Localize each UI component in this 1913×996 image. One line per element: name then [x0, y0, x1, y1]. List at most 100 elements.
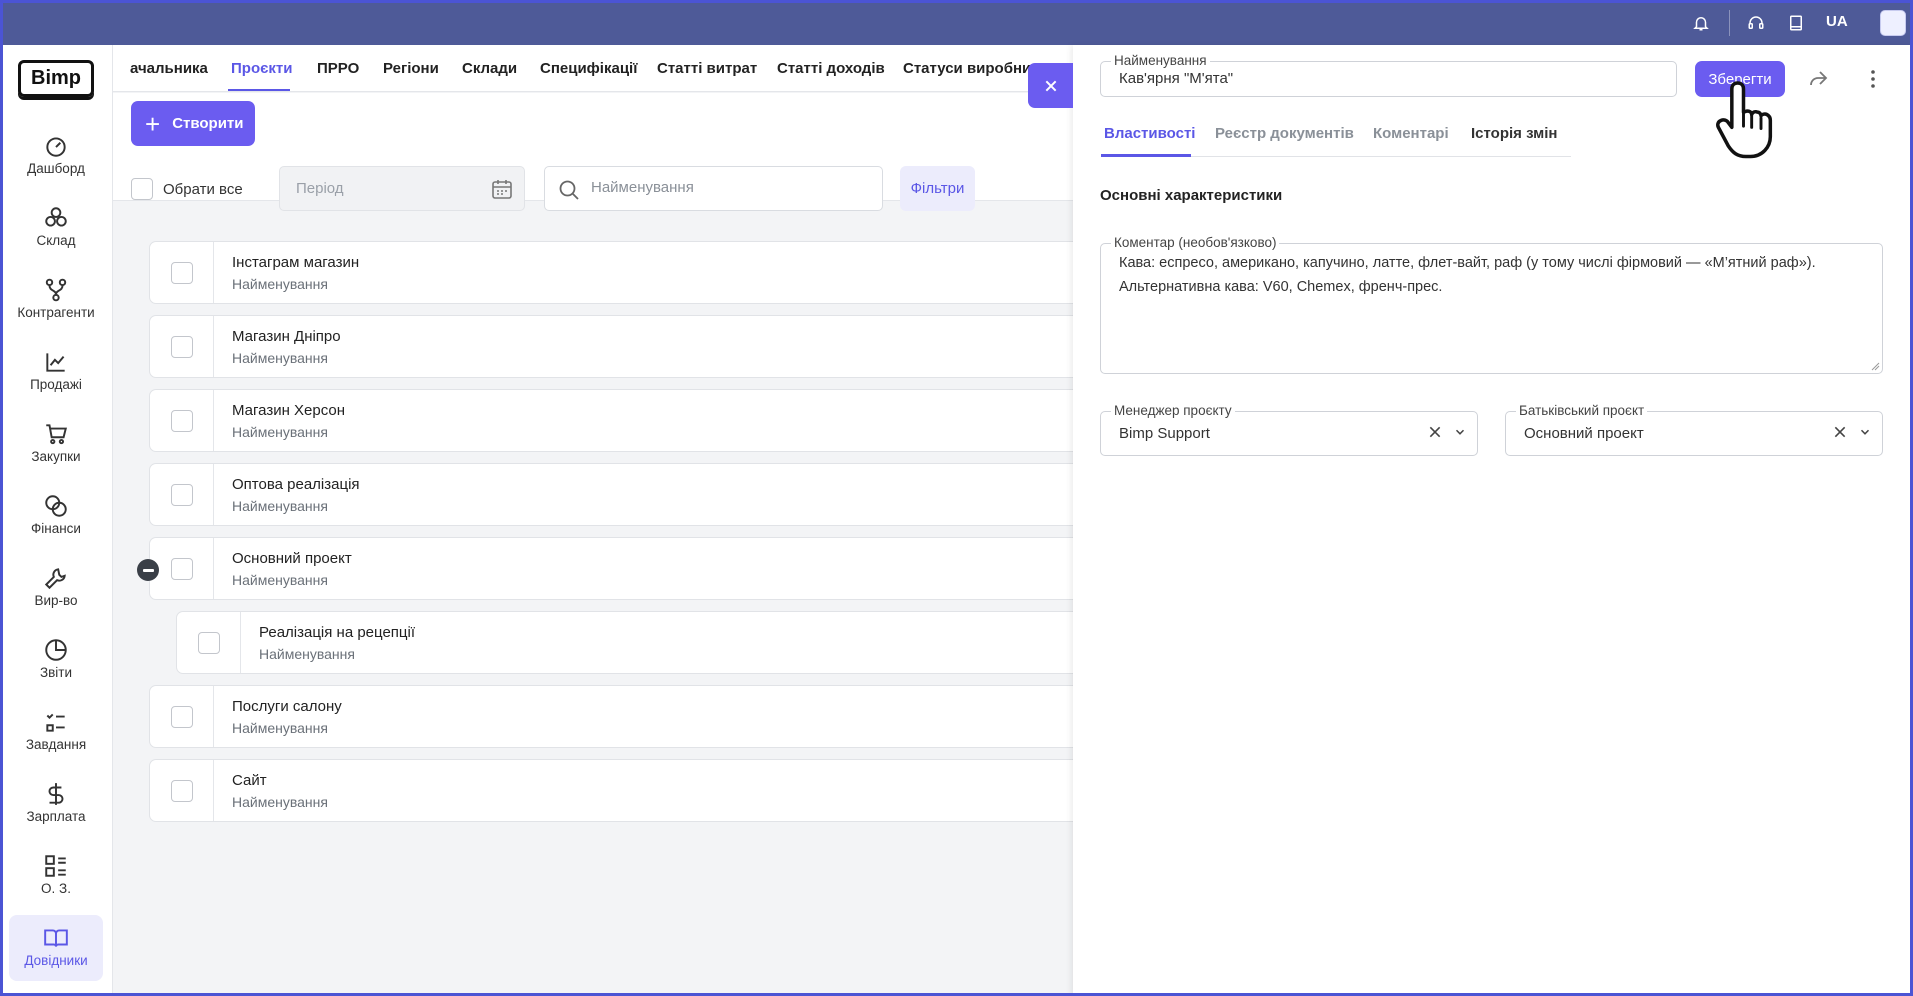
sidebar-item-fixed-assets[interactable]: О. З. — [9, 843, 103, 909]
sidebar-item-directories[interactable]: Довідники — [9, 915, 103, 981]
select-all[interactable]: Обрати все — [131, 178, 243, 200]
sidebar-item-counterparties[interactable]: Контрагенти — [9, 267, 103, 333]
search-input[interactable] — [591, 179, 871, 196]
row-checkbox-cell — [150, 390, 214, 451]
close-icon — [1045, 80, 1056, 91]
list-item[interactable]: Сайт Найменування — [149, 759, 1149, 822]
sidebar-item-dashboard[interactable]: Дашборд — [9, 123, 103, 189]
manager-value: Bimp Support — [1119, 425, 1210, 442]
row-checkbox[interactable] — [170, 705, 193, 728]
name-field[interactable]: Найменування Кав'ярня "М'ята" — [1100, 53, 1677, 97]
wrench-icon — [44, 568, 66, 590]
parent-project-label: Батьківський проєкт — [1516, 403, 1648, 419]
grid-list-icon — [45, 855, 66, 877]
tab-documents-registry[interactable]: Реєстр документів — [1215, 125, 1354, 142]
coins-icon — [45, 495, 67, 517]
sidebar-item-reports[interactable]: Звіти — [9, 627, 103, 693]
name-field-value[interactable]: Кав'ярня "М'ята" — [1119, 70, 1233, 87]
row-checkbox[interactable] — [170, 483, 193, 506]
main-content: ачальника Проєкти ПРРО Регіони Склади Сп… — [113, 45, 1149, 996]
row-checkbox[interactable] — [197, 631, 220, 654]
tab-warehouses[interactable]: Склади — [462, 60, 517, 77]
select-all-checkbox[interactable] — [131, 178, 153, 200]
tab-expense-items[interactable]: Статті витрат — [657, 60, 757, 77]
sidebar-item-label: Фінанси — [31, 521, 81, 536]
list-item[interactable]: Оптова реалізація Найменування — [149, 463, 1149, 526]
tab-managers[interactable]: ачальника — [130, 60, 208, 77]
list-item-child[interactable]: Реалізація на рецепції Найменування — [176, 611, 1149, 674]
sidebar-item-finance[interactable]: Фінанси — [9, 483, 103, 549]
comment-text-line: Кава: еспресо, американо, капучино, латт… — [1119, 255, 1816, 271]
tab-properties[interactable]: Властивості — [1104, 125, 1195, 142]
row-subtitle: Найменування — [232, 572, 328, 588]
resize-handle-icon[interactable] — [1870, 361, 1880, 371]
select-all-label: Обрати все — [163, 180, 243, 198]
list-item[interactable]: Основний проект Найменування — [149, 537, 1149, 600]
row-checkbox[interactable] — [170, 335, 193, 358]
list-item[interactable]: Інстаграм магазин Найменування — [149, 241, 1149, 304]
chevron-down-icon[interactable] — [1858, 425, 1872, 439]
sidebar-item-label: Завдання — [25, 737, 87, 752]
section-title: Основні характеристики — [1100, 187, 1283, 204]
row-name: Сайт — [232, 772, 267, 789]
sidebar-item-warehouse[interactable]: Склад — [9, 195, 103, 261]
tab-comments[interactable]: Коментарі — [1373, 125, 1449, 142]
row-checkbox-cell — [177, 612, 241, 673]
language-switch[interactable]: UA — [1826, 13, 1848, 30]
row-subtitle: Найменування — [259, 646, 355, 662]
chevron-down-icon[interactable] — [1453, 425, 1467, 439]
tab-production-statuses[interactable]: Статуси виробниц — [903, 60, 1040, 77]
tab-income-items[interactable]: Статті доходів — [777, 60, 885, 77]
period-picker[interactable]: Період — [279, 166, 525, 211]
share-icon[interactable] — [1806, 67, 1830, 91]
row-checkbox[interactable] — [170, 779, 193, 802]
sidebar-item-production[interactable]: Вир-во — [9, 555, 103, 621]
directory-tabs: ачальника Проєкти ПРРО Регіони Склади Сп… — [113, 45, 1073, 92]
parent-project-select[interactable]: Батьківський проєкт Основний проект — [1505, 403, 1883, 456]
sidebar-item-label: Вир-во — [34, 593, 78, 608]
row-checkbox[interactable] — [170, 261, 193, 284]
logo[interactable]: Bimp — [18, 60, 94, 97]
tab-prro[interactable]: ПРРО — [317, 60, 359, 77]
clear-icon[interactable] — [1427, 424, 1443, 440]
filters-button[interactable]: Фільтри — [900, 166, 975, 211]
pie-icon — [45, 639, 67, 661]
calendar-icon[interactable] — [490, 177, 514, 201]
sidebar-item-tasks[interactable]: Завдання — [9, 699, 103, 765]
tab-specifications[interactable]: Специфікації — [540, 60, 637, 77]
clear-icon[interactable] — [1832, 424, 1848, 440]
list-item[interactable]: Магазин Херсон Найменування — [149, 389, 1149, 452]
book-icon[interactable] — [1785, 12, 1807, 34]
list-item[interactable]: Послуги салону Найменування — [149, 685, 1149, 748]
sidebar-item-label: Закупки — [31, 449, 81, 464]
tab-history[interactable]: Історія змін — [1471, 125, 1557, 142]
name-field-label: Найменування — [1111, 53, 1210, 69]
chart-line-icon — [46, 353, 65, 372]
tasks-icon — [46, 713, 65, 732]
sidebar-item-purchases[interactable]: Закупки — [9, 411, 103, 477]
avatar[interactable] — [1880, 10, 1906, 36]
close-panel-button[interactable] — [1028, 63, 1073, 108]
row-name: Оптова реалізація — [232, 476, 360, 493]
sidebar-item-salary[interactable]: Зарплата — [9, 771, 103, 837]
period-placeholder: Період — [296, 180, 344, 197]
headset-icon[interactable] — [1745, 12, 1767, 34]
manager-select[interactable]: Менеджер проєкту Bimp Support — [1100, 403, 1478, 456]
list-item[interactable]: Магазин Дніпро Найменування — [149, 315, 1149, 378]
active-panel-tab-underline — [1101, 154, 1191, 157]
create-button[interactable]: + Створити — [131, 101, 255, 146]
collapse-children-icon[interactable] — [137, 559, 159, 581]
tab-regions[interactable]: Регіони — [383, 60, 439, 77]
row-checkbox-cell — [150, 538, 214, 599]
row-name: Послуги салону — [232, 698, 342, 715]
tab-projects[interactable]: Проєкти — [231, 60, 292, 77]
comment-textarea[interactable]: Коментар (необов'язково) Кава: еспресо, … — [1100, 235, 1883, 374]
row-checkbox-cell — [150, 464, 214, 525]
search-icon — [559, 180, 579, 200]
bell-icon[interactable] — [1690, 12, 1712, 34]
network-icon — [45, 278, 67, 302]
row-checkbox[interactable] — [170, 409, 193, 432]
row-checkbox[interactable] — [170, 557, 193, 580]
sidebar-item-sales[interactable]: Продажі — [9, 339, 103, 405]
more-vertical-icon[interactable] — [1861, 67, 1885, 91]
